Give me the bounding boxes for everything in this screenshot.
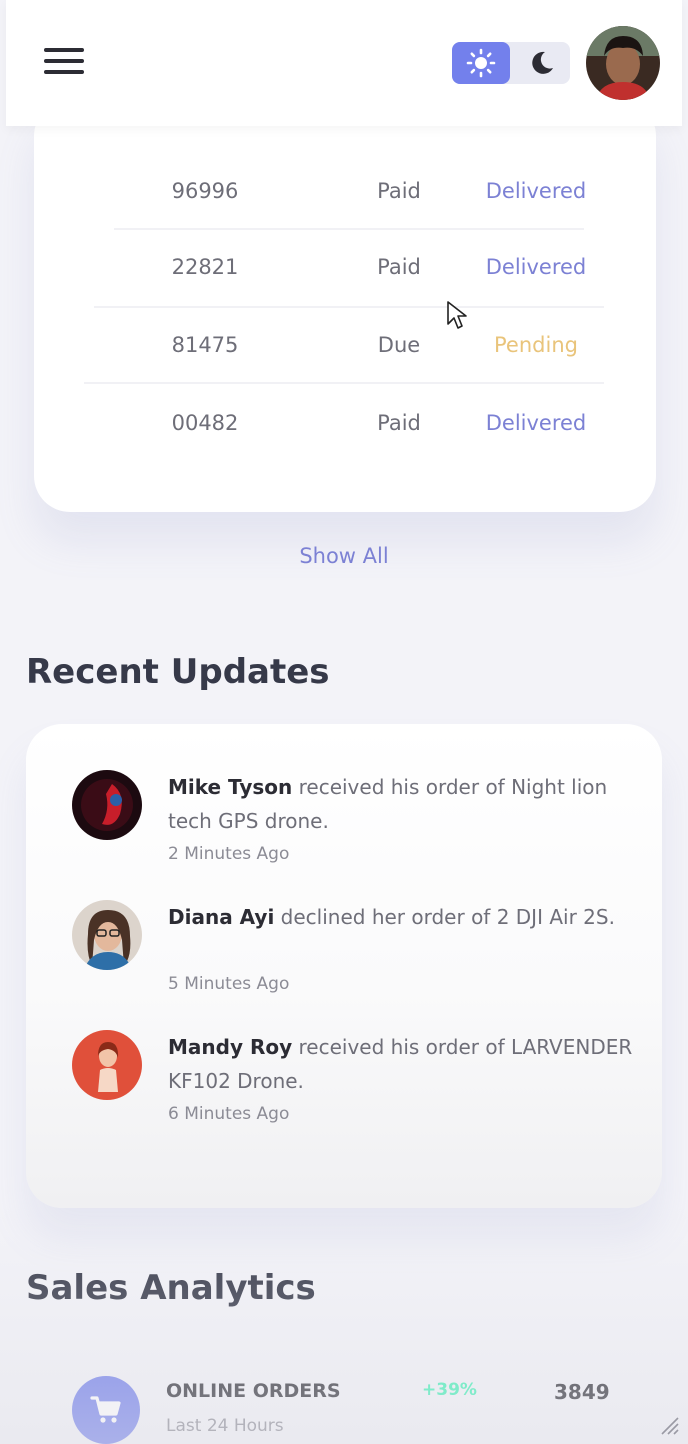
profile-avatar[interactable] bbox=[586, 26, 660, 100]
moon-icon bbox=[532, 51, 553, 74]
payment-status: Paid bbox=[377, 179, 421, 203]
orders-table-card: 96996 Paid Delivered 22821 Paid Delivere… bbox=[34, 100, 656, 512]
page: 96996 Paid Delivered 22821 Paid Delivere… bbox=[0, 0, 688, 1444]
table-row[interactable]: 22821 Paid Delivered bbox=[34, 228, 656, 306]
avatar bbox=[72, 770, 142, 840]
update-time: 2 Minutes Ago bbox=[168, 844, 290, 864]
table-row[interactable]: 81475 Due Pending bbox=[34, 306, 656, 384]
update-time: 6 Minutes Ago bbox=[168, 1104, 290, 1124]
order-id: 96996 bbox=[171, 179, 239, 203]
recent-updates-title: Recent Updates bbox=[26, 652, 330, 692]
update-text: declined her order of 2 DJI Air 2S. bbox=[280, 905, 615, 929]
update-user-name: Mandy Roy bbox=[168, 1035, 293, 1059]
hamburger-menu-icon[interactable] bbox=[38, 40, 84, 80]
update-user-name: Diana Ayi bbox=[168, 905, 275, 929]
table-row[interactable]: 00482 Paid Delivered bbox=[34, 384, 656, 462]
sales-item-online-orders[interactable]: ONLINE ORDERS Last 24 Hours +39% 3849 bbox=[26, 1346, 662, 1444]
sales-label: ONLINE ORDERS bbox=[166, 1380, 341, 1402]
avatar bbox=[72, 1030, 142, 1100]
payment-status: Paid bbox=[377, 411, 421, 435]
delivery-status: Delivered bbox=[485, 411, 587, 435]
update-item: Diana Ayi declined her order of 2 DJI Ai… bbox=[72, 900, 632, 1020]
recent-updates-card: Mike Tyson received his order of Night l… bbox=[26, 724, 662, 1208]
sales-analytics-title: Sales Analytics bbox=[26, 1268, 316, 1308]
show-all-link[interactable]: Show All bbox=[244, 536, 444, 576]
dark-mode-button[interactable] bbox=[514, 42, 570, 84]
delivery-status: Pending bbox=[494, 333, 578, 357]
update-item: Mandy Roy received his order of LARVENDE… bbox=[72, 1030, 632, 1150]
order-id: 00482 bbox=[171, 411, 239, 435]
sun-icon bbox=[466, 48, 496, 78]
payment-status: Paid bbox=[377, 255, 421, 279]
order-id: 22821 bbox=[171, 255, 239, 279]
table-row[interactable]: 96996 Paid Delivered bbox=[34, 152, 656, 230]
update-item: Mike Tyson received his order of Night l… bbox=[72, 770, 632, 890]
top-bar bbox=[6, 0, 682, 126]
sales-subtext: Last 24 Hours bbox=[166, 1416, 284, 1436]
payment-status: Due bbox=[377, 333, 421, 357]
theme-toggler[interactable] bbox=[452, 42, 570, 84]
update-user-name: Mike Tyson bbox=[168, 775, 293, 799]
sales-value: 3849 bbox=[554, 1380, 610, 1404]
order-id: 81475 bbox=[171, 333, 239, 357]
update-message: Mike Tyson received his order of Night l… bbox=[168, 770, 638, 838]
delivery-status: Delivered bbox=[485, 255, 587, 279]
resize-grip-icon[interactable] bbox=[658, 1414, 680, 1436]
avatar bbox=[72, 900, 142, 970]
update-message: Diana Ayi declined her order of 2 DJI Ai… bbox=[168, 900, 638, 934]
shopping-cart-icon bbox=[72, 1376, 140, 1444]
delivery-status: Delivered bbox=[485, 179, 587, 203]
light-mode-button[interactable] bbox=[452, 42, 510, 84]
sales-percent: +39% bbox=[422, 1380, 477, 1400]
update-message: Mandy Roy received his order of LARVENDE… bbox=[168, 1030, 638, 1098]
mouse-cursor-icon bbox=[447, 301, 467, 329]
update-time: 5 Minutes Ago bbox=[168, 974, 290, 994]
